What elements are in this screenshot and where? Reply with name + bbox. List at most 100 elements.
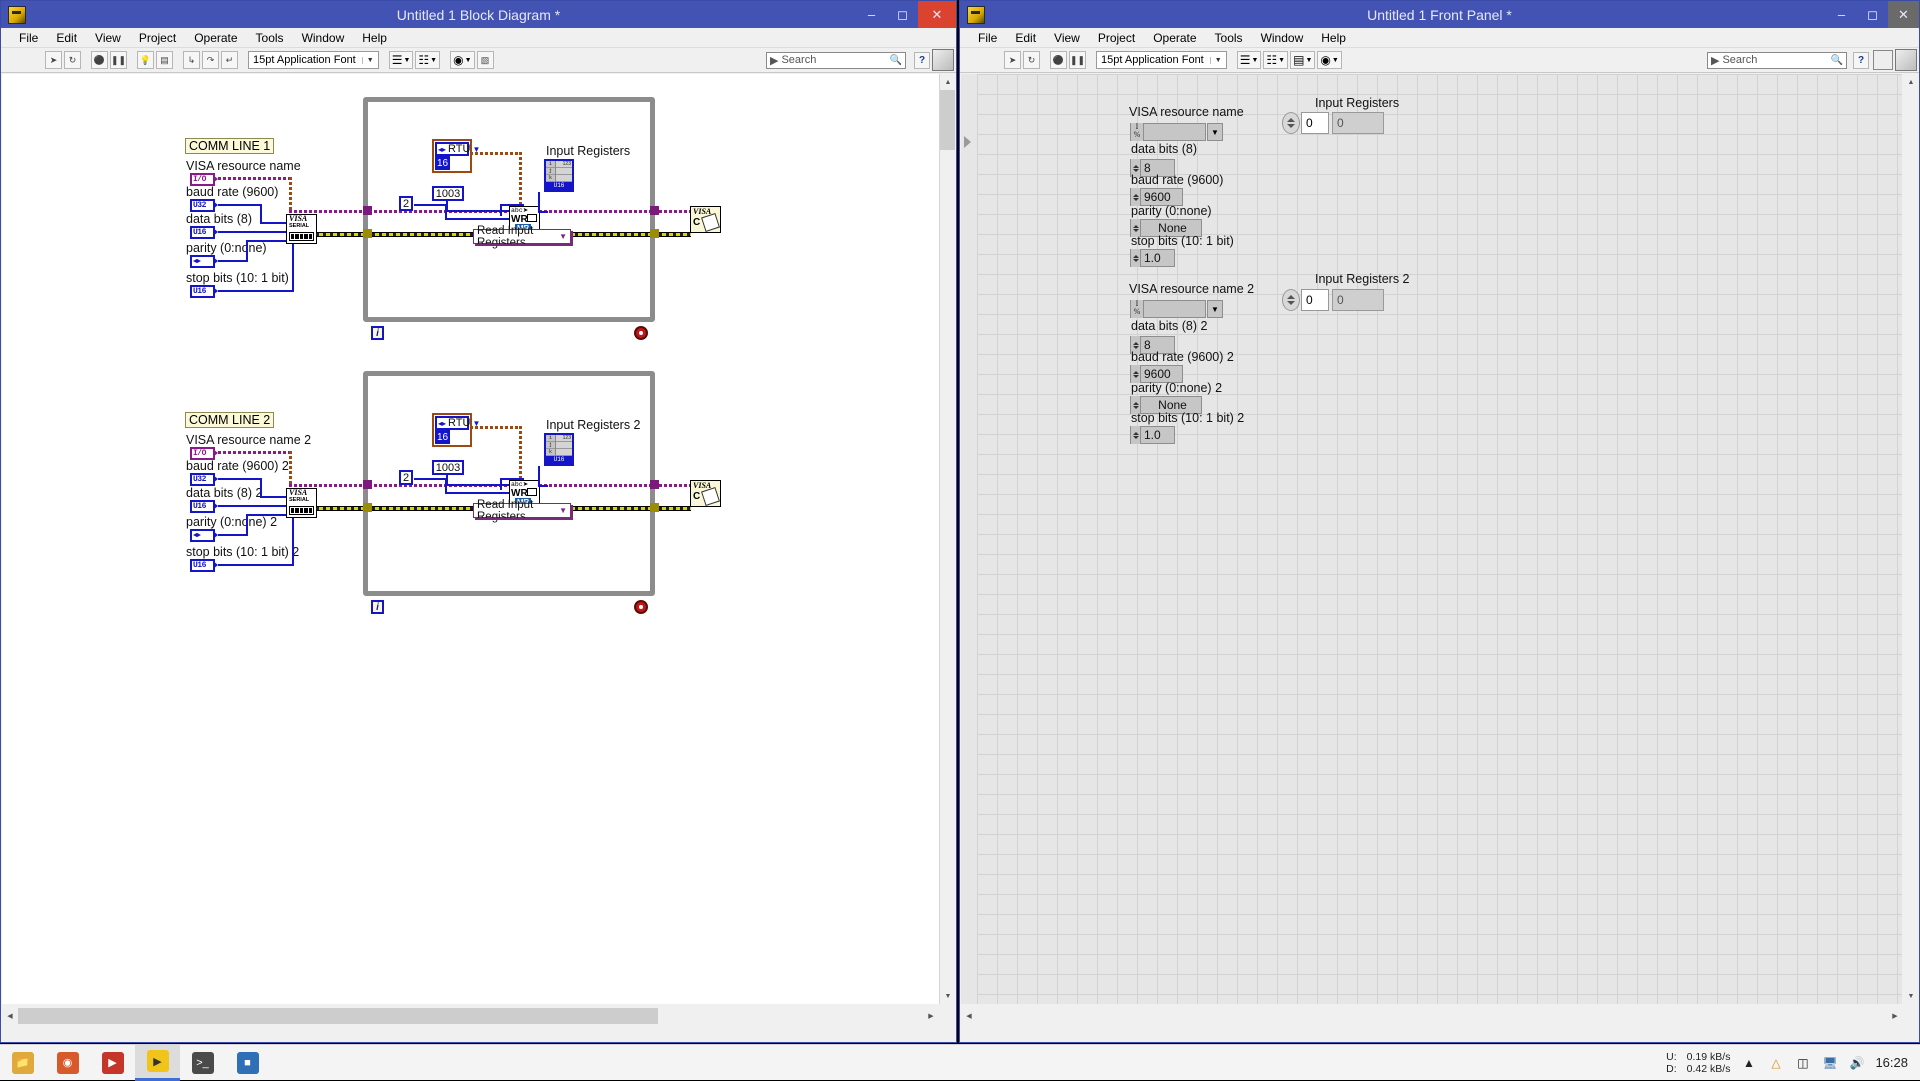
fp-array-cell-input-registers-2[interactable]: 0 bbox=[1332, 289, 1384, 311]
fp-menu-view[interactable]: View bbox=[1045, 31, 1089, 45]
step-over-button[interactable]: ↷ bbox=[202, 51, 219, 69]
front-panel-vertical-scrollbar[interactable]: ▲ ▼ bbox=[1903, 74, 1918, 1004]
loop-tunnel-out-purple-1[interactable] bbox=[650, 206, 659, 215]
fp-array-index-input-registers[interactable] bbox=[1282, 112, 1300, 134]
fp-connector-pane[interactable] bbox=[1873, 50, 1893, 70]
scroll-thumb-horizontal[interactable] bbox=[18, 1008, 658, 1024]
fp-menu-file[interactable]: File bbox=[969, 31, 1006, 45]
terminal-data-bits[interactable]: U16 bbox=[190, 226, 215, 239]
iteration-terminal-1[interactable]: i bbox=[371, 326, 384, 340]
visa-configure-serial-port-node[interactable]: VISA SERIAL bbox=[286, 214, 317, 244]
numeric-constant-1003-1[interactable]: 1003 bbox=[432, 186, 464, 201]
loop-tunnel-out-purple-2[interactable] bbox=[650, 480, 659, 489]
visa-close-node-1[interactable]: VISA C bbox=[690, 206, 721, 233]
array-indicator-input-registers-1[interactable]: Input Registers ijk 123 U16 bbox=[544, 159, 574, 192]
terminal-baud-rate-2[interactable]: U32 bbox=[190, 473, 215, 486]
minimize-button[interactable]: – bbox=[856, 1, 887, 28]
loop-tunnel-in-purple-1[interactable] bbox=[363, 206, 372, 215]
help-button[interactable]: ? bbox=[914, 52, 930, 69]
fp-scroll-right-button[interactable]: ▶ bbox=[1887, 1008, 1903, 1024]
fp-array-index-value-input-registers[interactable]: 0 bbox=[1301, 112, 1329, 134]
array-indicator-input-registers-2[interactable]: Input Registers 2 ijk 123 U16 bbox=[544, 433, 574, 466]
fp-menu-operate[interactable]: Operate bbox=[1144, 31, 1205, 45]
fp-help-button[interactable]: ? bbox=[1853, 52, 1869, 69]
numeric-constant-2-2[interactable]: 2 bbox=[399, 470, 413, 485]
menu-edit[interactable]: Edit bbox=[47, 31, 86, 45]
step-out-button[interactable]: ↵ bbox=[221, 51, 238, 69]
font-selector[interactable]: 15pt Application Font ▼ bbox=[248, 51, 379, 69]
maximize-button-fp[interactable]: ◻ bbox=[1857, 1, 1888, 28]
vi-icon[interactable] bbox=[932, 49, 954, 71]
step-into-button[interactable]: ↳ bbox=[183, 51, 200, 69]
combo-read-input-registers-2[interactable]: Read Input Registers ▼ bbox=[473, 503, 571, 518]
terminal-parity-2[interactable]: ◄► bbox=[190, 529, 215, 542]
scroll-left-button[interactable]: ◀ bbox=[2, 1008, 18, 1024]
free-label-comm-line-1[interactable]: COMM LINE 1 bbox=[185, 138, 274, 154]
loop-tunnel-in-yellow-1[interactable] bbox=[363, 229, 372, 238]
menu-operate[interactable]: Operate bbox=[185, 31, 246, 45]
taskbar-file-explorer[interactable]: 📁 bbox=[0, 1045, 45, 1081]
align-objects-button[interactable]: ☰▼ bbox=[389, 51, 414, 69]
taskbar-labview[interactable]: ▶ bbox=[135, 1045, 180, 1081]
wifi-icon[interactable]: ◫ bbox=[1794, 1054, 1811, 1071]
numeric-constant-2-1[interactable]: 2 bbox=[399, 196, 413, 211]
fp-vi-icon[interactable] bbox=[1895, 49, 1917, 71]
stop-terminal-2[interactable] bbox=[634, 600, 648, 614]
loop-tunnel-out-yellow-1[interactable] bbox=[650, 229, 659, 238]
stop-terminal-1[interactable] bbox=[634, 326, 648, 340]
numeric-constant-1003-2[interactable]: 1003 bbox=[432, 460, 464, 475]
menu-window[interactable]: Window bbox=[293, 31, 354, 45]
menu-help[interactable]: Help bbox=[353, 31, 396, 45]
loop-tunnel-out-yellow-2[interactable] bbox=[650, 503, 659, 512]
fp-pause-button[interactable]: ❚❚ bbox=[1069, 51, 1086, 69]
loop-tunnel-in-yellow-2[interactable] bbox=[363, 503, 372, 512]
enum-constant-rtu-2[interactable]: ◂▸ RTU ▼ 16 bbox=[432, 413, 472, 447]
close-button-fp[interactable]: ✕ bbox=[1888, 1, 1919, 28]
fp-menu-help[interactable]: Help bbox=[1312, 31, 1355, 45]
menu-view[interactable]: View bbox=[86, 31, 130, 45]
minimize-button-fp[interactable]: – bbox=[1826, 1, 1857, 28]
spinner-icon[interactable] bbox=[1131, 249, 1141, 267]
terminal-stop-bits[interactable]: U16 bbox=[190, 285, 215, 298]
run-continuously-button[interactable]: ↻ bbox=[64, 51, 81, 69]
fp-resize-objects-button[interactable]: ▤▼ bbox=[1290, 51, 1315, 69]
distribute-objects-button[interactable]: ☷▼ bbox=[415, 51, 440, 69]
front-panel-canvas[interactable]: VISA resource name I% ▼ data bits (8) 8 … bbox=[977, 74, 1902, 1004]
menu-file[interactable]: File bbox=[10, 31, 47, 45]
combo-read-input-registers-1[interactable]: Read Input Registers ▼ bbox=[473, 229, 571, 244]
front-panel-horizontal-scrollbar[interactable]: ◀ ▶ bbox=[961, 1008, 1903, 1024]
enum-constant-rtu-1[interactable]: ◂▸ RTU ▼ 16 bbox=[432, 139, 472, 173]
loop-tunnel-in-purple-2[interactable] bbox=[363, 480, 372, 489]
taskbar-browser[interactable]: ◉ bbox=[45, 1045, 90, 1081]
fp-align-objects-button[interactable]: ☰▼ bbox=[1237, 51, 1262, 69]
fp-menu-edit[interactable]: Edit bbox=[1006, 31, 1045, 45]
fp-scroll-up-button[interactable]: ▲ bbox=[1903, 74, 1919, 90]
highlight-execution-button[interactable]: 💡 bbox=[137, 51, 154, 69]
pause-button[interactable]: ❚❚ bbox=[110, 51, 127, 69]
terminal-stop-bits-2[interactable]: U16 bbox=[190, 559, 215, 572]
resize-objects-button[interactable]: ◉▼ bbox=[450, 51, 474, 69]
taskbar-terminal[interactable]: >_ bbox=[180, 1045, 225, 1081]
fp-control-stop-bits-2[interactable]: 1.0 bbox=[1130, 426, 1175, 444]
fp-menu-tools[interactable]: Tools bbox=[1206, 31, 1252, 45]
block-diagram-vertical-scrollbar[interactable]: ▲ ▼ bbox=[939, 74, 955, 1004]
fp-search-input[interactable]: ▶ Search 🔍 bbox=[1707, 52, 1847, 69]
fp-array-index-value-input-registers-2[interactable]: 0 bbox=[1301, 289, 1329, 311]
terminal-parity[interactable]: ◄► bbox=[190, 255, 215, 268]
menu-tools[interactable]: Tools bbox=[247, 31, 293, 45]
fp-dropdown-visa-resource-name[interactable]: ▼ bbox=[1207, 123, 1223, 141]
network-icon[interactable]: 🖥 bbox=[1821, 1054, 1838, 1071]
iteration-terminal-2[interactable]: i bbox=[371, 600, 384, 614]
fp-scroll-down-button[interactable]: ▼ bbox=[1903, 988, 1919, 1004]
fp-distribute-objects-button[interactable]: ☷▼ bbox=[1263, 51, 1288, 69]
fp-array-index-input-registers-2[interactable] bbox=[1282, 289, 1300, 311]
taskbar-app[interactable]: ■ bbox=[225, 1045, 270, 1081]
warning-icon[interactable]: △ bbox=[1767, 1054, 1784, 1071]
fp-array-cell-input-registers[interactable]: 0 bbox=[1332, 112, 1384, 134]
block-diagram-canvas[interactable]: COMM LINE 1 VISA resource name I/O baud … bbox=[2, 74, 940, 1004]
search-input[interactable]: ▶ Search 🔍 bbox=[766, 52, 906, 69]
scroll-right-button[interactable]: ▶ bbox=[923, 1008, 939, 1024]
abort-button[interactable]: ⚫ bbox=[91, 51, 108, 69]
fp-control-stop-bits[interactable]: 1.0 bbox=[1130, 249, 1175, 267]
fp-menu-window[interactable]: Window bbox=[1252, 31, 1313, 45]
